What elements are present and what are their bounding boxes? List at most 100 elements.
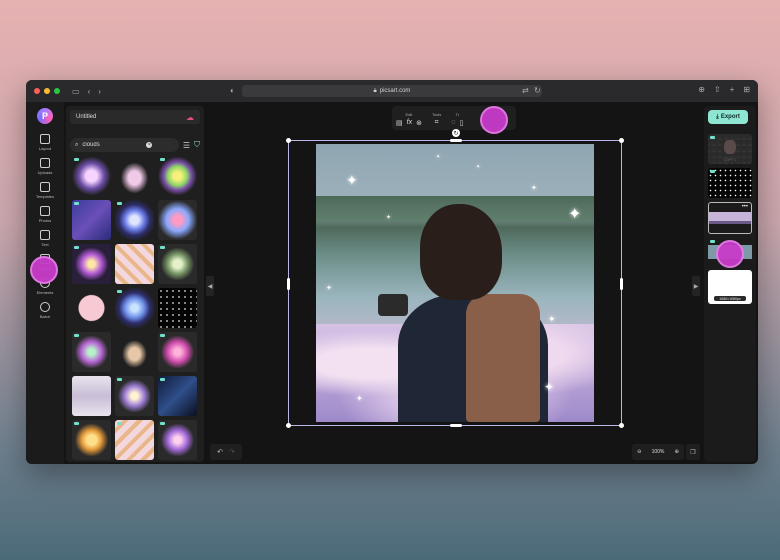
resize-handle-top[interactable]	[450, 139, 462, 142]
sticker-tile[interactable]	[115, 376, 154, 416]
search-icon: ⌕	[75, 142, 78, 149]
duplicate-icon: ❐	[690, 449, 695, 456]
transform-icon[interactable]: ◌	[451, 119, 455, 127]
zoom-window-button[interactable]	[54, 88, 60, 94]
rail-item-batch[interactable]: Batch	[40, 302, 50, 319]
resize-handle-bottom[interactable]	[450, 424, 462, 427]
filter-icon[interactable]: ☰	[183, 141, 190, 150]
undo-icon[interactable]: ↶	[217, 448, 223, 456]
layer-background[interactable]: 1080×1080px	[708, 270, 752, 304]
rail-item-templates[interactable]: Templates	[36, 182, 54, 199]
layer-thumbnail-selected[interactable]: •••	[708, 202, 752, 234]
rotate-handle-icon[interactable]: ↻	[452, 129, 460, 137]
color-icon[interactable]: ⊛	[416, 119, 422, 127]
sparkle-icon: ✦	[568, 204, 581, 224]
share-icon[interactable]: ⇧	[714, 85, 721, 94]
rail-item-label: Layout	[39, 146, 51, 151]
sticker-tile[interactable]	[72, 376, 111, 416]
sticker-tile[interactable]	[115, 288, 154, 328]
tab-overview-icon[interactable]: ⊞	[743, 85, 750, 94]
project-title[interactable]: Untitled	[76, 114, 96, 120]
adjust-icon[interactable]: ▤	[396, 119, 403, 127]
sticker-tile[interactable]	[115, 244, 154, 284]
layer-thumbnail[interactable]	[708, 168, 752, 198]
sticker-tile[interactable]	[115, 420, 154, 460]
project-title-bar[interactable]: Untitled ☁	[70, 110, 200, 124]
sparkle-icon: ✦	[544, 380, 554, 394]
back-icon[interactable]: ‹	[88, 87, 91, 96]
sticker-tile[interactable]	[158, 420, 197, 460]
rail-item-uploads[interactable]: Uploads	[38, 158, 53, 175]
zoom-in-icon[interactable]: ⊕	[675, 449, 679, 455]
clear-search-icon[interactable]: ×	[146, 142, 152, 148]
close-window-button[interactable]	[34, 88, 40, 94]
download-icon[interactable]: ⊕	[698, 85, 705, 94]
translate-icon[interactable]: ⇄	[522, 86, 529, 95]
text-icon	[40, 230, 50, 240]
layout-icon	[40, 134, 50, 144]
toolbar-group-label: Tr	[455, 112, 459, 117]
layer-label: COPY 1	[708, 158, 752, 162]
collapse-left-panel-button[interactable]: ◀	[206, 276, 214, 296]
sparkle-icon: ✦	[548, 314, 556, 325]
toolbar-group-tools: Tools ⌗	[432, 112, 441, 127]
minimize-window-button[interactable]	[44, 88, 50, 94]
sticker-tile[interactable]	[158, 200, 197, 240]
cloud-sync-icon[interactable]: ☁	[186, 113, 194, 122]
picsart-logo[interactable]: P	[37, 108, 53, 124]
resize-handle-bottom-left[interactable]	[286, 423, 291, 428]
forward-icon[interactable]: ›	[98, 87, 101, 96]
redo-icon[interactable]: ↷	[229, 448, 235, 456]
rail-item-text[interactable]: Text	[40, 230, 50, 247]
address-bar[interactable]: 🔒︎ picsart.com	[242, 85, 542, 97]
bookmark-icon[interactable]: ⛉	[194, 140, 200, 150]
sticker-tile[interactable]	[115, 200, 154, 240]
sticker-tile[interactable]	[72, 244, 111, 284]
layer-thumbnail[interactable]: COPY 1	[708, 134, 752, 164]
duplicate-button[interactable]: ❐	[686, 444, 700, 460]
toolbar-group-label: Tools	[432, 112, 441, 117]
sticker-tile[interactable]	[158, 376, 197, 416]
collapse-right-panel-button[interactable]: ▶	[692, 276, 700, 296]
rail-item-layout[interactable]: Layout	[39, 134, 51, 151]
layer-more-icon[interactable]: •••	[742, 204, 748, 210]
sticker-tile[interactable]	[158, 332, 197, 372]
click-highlight-layer	[716, 240, 744, 268]
sticker-tile[interactable]	[72, 200, 111, 240]
browser-chrome: ▭ ‹ › ◐ 🔒︎ picsart.com ⇄ ↻ ⊕ ⇧ + ⊞	[26, 80, 758, 102]
sticker-tile[interactable]	[158, 156, 197, 196]
rail-item-photos[interactable]: Photos	[39, 206, 51, 223]
templates-icon	[40, 182, 50, 192]
zoom-controls: ⊖ 100% ⊕	[632, 444, 684, 460]
toolbar-group-edit: Edit ▤ fx ⊛	[396, 112, 422, 127]
sticker-tile[interactable]	[72, 420, 111, 460]
zoom-out-icon[interactable]: ⊖	[637, 449, 641, 455]
sticker-tile[interactable]	[158, 244, 197, 284]
rail-item-label: Uploads	[38, 170, 53, 175]
sidebar-toggle-icon[interactable]: ▭	[72, 87, 80, 96]
resize-handle-right[interactable]	[620, 278, 623, 290]
zoom-level[interactable]: 100%	[652, 449, 665, 455]
sticker-tile[interactable]	[115, 332, 154, 372]
resize-handle-top-right[interactable]	[619, 138, 624, 143]
sparkle-icon: ✦	[326, 284, 332, 292]
sticker-tile[interactable]	[72, 288, 111, 328]
effects-icon[interactable]: fx	[407, 119, 412, 127]
flip-icon[interactable]: ▯	[459, 119, 463, 127]
privacy-shield-icon[interactable]: ◐	[230, 86, 235, 95]
search-input[interactable]	[82, 142, 142, 148]
sticker-tile[interactable]	[72, 332, 111, 372]
sticker-tile[interactable]	[158, 288, 197, 328]
sticker-tile[interactable]	[115, 156, 154, 196]
canvas-photo[interactable]: ✦ ✦ ✦ ✦ ✦ ✦ ✦ ✦ ✦ ✦	[316, 144, 594, 422]
crop-icon[interactable]: ⌗	[435, 119, 439, 127]
sticker-tile[interactable]	[72, 156, 111, 196]
reload-icon[interactable]: ↻	[534, 86, 541, 95]
resize-handle-bottom-right[interactable]	[619, 423, 624, 428]
search-box[interactable]: ⌕ ×	[70, 138, 179, 152]
export-button[interactable]: ⤓ Export	[708, 110, 748, 124]
resize-handle-left[interactable]	[287, 278, 290, 290]
rail-item-label: Batch	[40, 314, 50, 319]
resize-handle-top-left[interactable]	[286, 138, 291, 143]
new-tab-icon[interactable]: +	[730, 85, 735, 94]
